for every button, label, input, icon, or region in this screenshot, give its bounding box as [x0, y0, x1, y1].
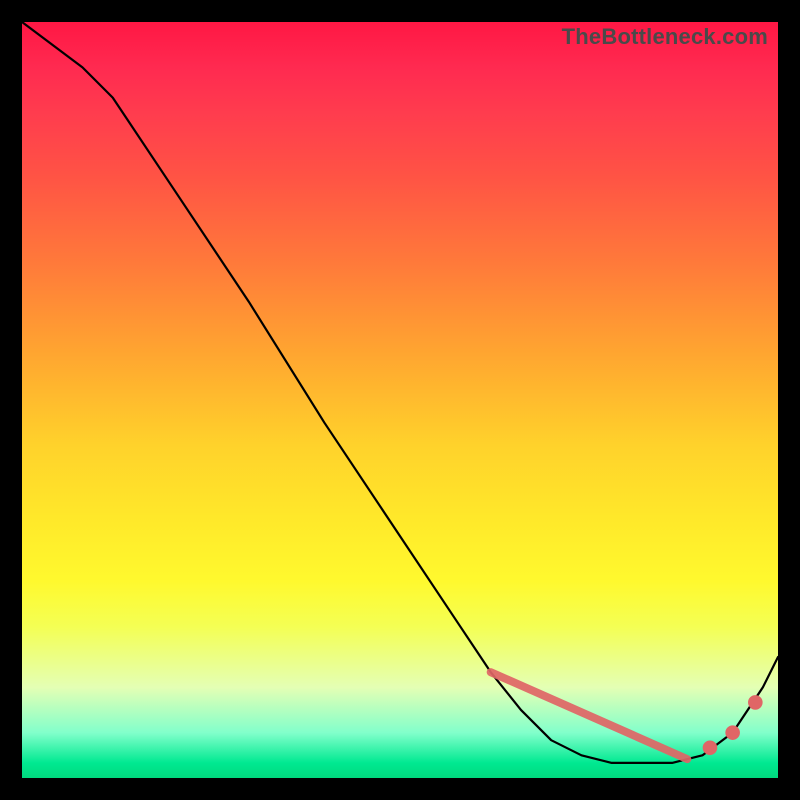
- marker-dot: [726, 726, 740, 740]
- extra-markers: [703, 696, 762, 755]
- marker-dot: [703, 741, 717, 755]
- valley-marker-band: [491, 672, 688, 759]
- chart-frame: TheBottleneck.com: [0, 0, 800, 800]
- plot-area: TheBottleneck.com: [22, 22, 778, 778]
- marker-dot: [749, 696, 763, 710]
- curve-overlay: [22, 22, 778, 778]
- bottleneck-curve: [22, 22, 778, 763]
